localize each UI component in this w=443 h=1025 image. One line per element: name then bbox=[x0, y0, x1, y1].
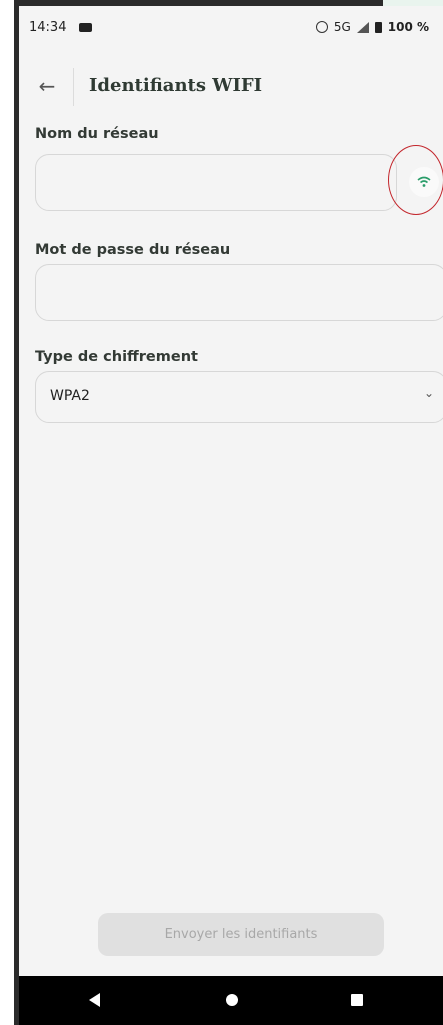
network-name-input[interactable] bbox=[36, 155, 396, 210]
encryption-type-label: Type de chiffrement bbox=[35, 349, 198, 365]
wifi-icon bbox=[417, 176, 431, 187]
alarm-icon bbox=[315, 21, 328, 33]
recents-square-icon[interactable] bbox=[351, 994, 363, 1006]
network-password-input[interactable] bbox=[36, 265, 443, 320]
arrow-left-icon[interactable]: ← bbox=[33, 72, 61, 100]
network-password-label: Mot de passe du réseau bbox=[35, 242, 231, 258]
encryption-type-value: WPA2 bbox=[50, 388, 90, 404]
media-notification-icon bbox=[79, 23, 92, 32]
chevron-down-icon: ⌄ bbox=[423, 386, 434, 400]
battery-level: 100 % bbox=[387, 20, 429, 34]
network-name-field[interactable] bbox=[35, 154, 397, 211]
wifi-scan-button[interactable] bbox=[409, 167, 439, 197]
status-bar: 14:34 5G 100 % bbox=[19, 6, 443, 50]
system-nav-bar bbox=[19, 976, 443, 1025]
encryption-type-select[interactable]: WPA2 ⌄ bbox=[35, 371, 443, 423]
send-credentials-button[interactable]: Envoyer les identifiants bbox=[98, 913, 384, 956]
network-password-field[interactable] bbox=[35, 264, 443, 321]
phone-screen: 14:34 5G 100 % ← Identifiants WIFI Nom d… bbox=[19, 6, 443, 1025]
signal-icon bbox=[356, 21, 369, 33]
status-indicators: 5G 100 % bbox=[315, 20, 429, 34]
status-time: 14:34 bbox=[29, 20, 67, 35]
app-bar: ← Identifiants WIFI bbox=[19, 66, 443, 110]
app-bar-divider bbox=[73, 68, 74, 106]
home-circle-icon[interactable] bbox=[226, 994, 238, 1006]
back-triangle-icon[interactable] bbox=[89, 993, 100, 1007]
network-type: 5G bbox=[333, 20, 351, 34]
page-title: Identifiants WIFI bbox=[89, 75, 263, 96]
network-name-label: Nom du réseau bbox=[35, 126, 159, 142]
battery-icon bbox=[374, 21, 382, 33]
